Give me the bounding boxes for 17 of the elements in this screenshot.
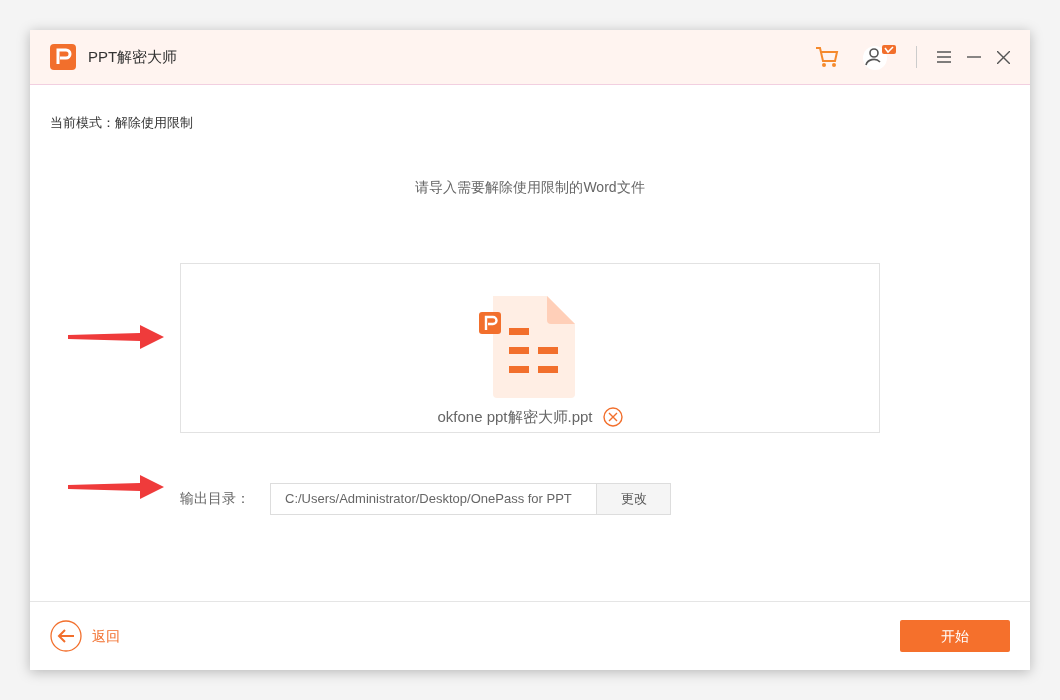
user-icon[interactable] <box>862 43 898 71</box>
output-path-field[interactable]: C:/Users/Administrator/Desktop/OnePass for PPT <box>270 482 597 515</box>
mode-label: 当前模式：解除使用限制 <box>50 114 193 132</box>
menu-icon[interactable] <box>937 51 951 63</box>
window-title: PPT解密大师 <box>88 46 178 67</box>
file-drop-area[interactable]: okfone ppt解密大师.ppt <box>180 262 880 433</box>
start-button[interactable]: 开始 <box>900 620 1010 652</box>
output-label: 输出目录： <box>180 489 251 508</box>
logo-icon <box>50 44 76 70</box>
instruction-text: 请导入需要解除使用限制的Word文件 <box>415 177 645 197</box>
back-button[interactable]: 返回 <box>92 625 120 647</box>
change-button[interactable]: 更改 <box>597 482 671 515</box>
close-icon[interactable] <box>997 50 1010 64</box>
file-name: okfone ppt解密大师.ppt <box>437 406 593 427</box>
cart-icon[interactable] <box>814 44 840 70</box>
remove-icon[interactable] <box>602 406 623 427</box>
ppt-file-icon <box>479 295 575 398</box>
